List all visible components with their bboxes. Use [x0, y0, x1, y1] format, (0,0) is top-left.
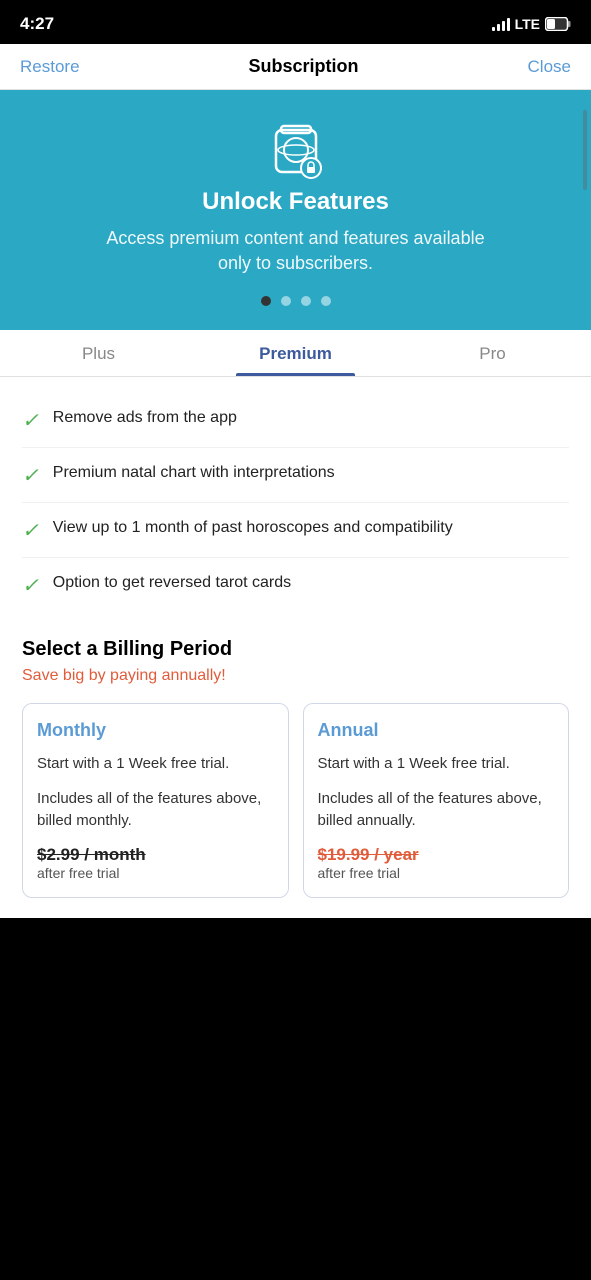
- dot-3[interactable]: [301, 296, 311, 306]
- billing-section: Select a Billing Period Save big by payi…: [0, 620, 591, 918]
- feature-text-4: Option to get reversed tarot cards: [53, 572, 291, 594]
- feature-text-2: Premium natal chart with interpretations: [53, 462, 335, 484]
- status-icons: LTE: [492, 16, 571, 32]
- scrollbar[interactable]: [583, 110, 587, 190]
- annual-includes-text: Includes all of the features above, bill…: [318, 788, 555, 833]
- feature-item: ✓ Premium natal chart with interpretatio…: [22, 448, 569, 503]
- billing-cards: Monthly Start with a 1 Week free trial. …: [22, 703, 569, 898]
- status-time: 4:27: [20, 14, 54, 34]
- billing-title: Select a Billing Period: [22, 638, 569, 661]
- restore-button[interactable]: Restore: [20, 57, 80, 77]
- monthly-price: $2.99 / month: [37, 845, 274, 865]
- features-list: ✓ Remove ads from the app ✓ Premium nata…: [0, 377, 591, 620]
- billing-save-text: Save big by paying annually!: [22, 667, 569, 685]
- annual-card-title: Annual: [318, 720, 555, 741]
- hero-container: Unlock Features Access premium content a…: [0, 90, 591, 330]
- tab-premium[interactable]: Premium: [197, 330, 394, 376]
- signal-bars-icon: [492, 17, 510, 31]
- hero-title: Unlock Features: [202, 188, 389, 216]
- lte-label: LTE: [515, 16, 540, 32]
- tab-plus[interactable]: Plus: [0, 330, 197, 376]
- feature-item: ✓ Option to get reversed tarot cards: [22, 558, 569, 612]
- monthly-after-text: after free trial: [37, 865, 274, 881]
- monthly-includes-text: Includes all of the features above, bill…: [37, 788, 274, 833]
- dot-1[interactable]: [261, 296, 271, 306]
- carousel-dots: [261, 296, 331, 306]
- tab-pro[interactable]: Pro: [394, 330, 591, 376]
- content-area: ✓ Remove ads from the app ✓ Premium nata…: [0, 377, 591, 918]
- check-icon-4: ✓: [22, 573, 39, 598]
- page-title: Subscription: [249, 56, 359, 77]
- hero-subtitle: Access premium content and features avai…: [96, 226, 496, 276]
- monthly-card-title: Monthly: [37, 720, 274, 741]
- battery-icon: [545, 17, 571, 31]
- check-icon-3: ✓: [22, 518, 39, 543]
- hero-section: Unlock Features Access premium content a…: [0, 90, 591, 330]
- check-icon-1: ✓: [22, 408, 39, 433]
- feature-item: ✓ View up to 1 month of past horoscopes …: [22, 503, 569, 558]
- feature-text-3: View up to 1 month of past horoscopes an…: [53, 517, 453, 539]
- close-button[interactable]: Close: [528, 57, 571, 77]
- monthly-trial-text: Start with a 1 Week free trial.: [37, 753, 274, 776]
- feature-item: ✓ Remove ads from the app: [22, 393, 569, 448]
- annual-card[interactable]: Annual Start with a 1 Week free trial. I…: [303, 703, 570, 898]
- feature-text-1: Remove ads from the app: [53, 407, 237, 429]
- nav-bar: Restore Subscription Close: [0, 44, 591, 90]
- annual-after-text: after free trial: [318, 865, 555, 881]
- monthly-card[interactable]: Monthly Start with a 1 Week free trial. …: [22, 703, 289, 898]
- unlock-features-icon: [261, 118, 331, 188]
- annual-trial-text: Start with a 1 Week free trial.: [318, 753, 555, 776]
- check-icon-2: ✓: [22, 463, 39, 488]
- status-bar: 4:27 LTE: [0, 0, 591, 44]
- dot-4[interactable]: [321, 296, 331, 306]
- tab-bar: Plus Premium Pro: [0, 330, 591, 377]
- annual-price: $19.99 / year: [318, 845, 555, 865]
- dot-2[interactable]: [281, 296, 291, 306]
